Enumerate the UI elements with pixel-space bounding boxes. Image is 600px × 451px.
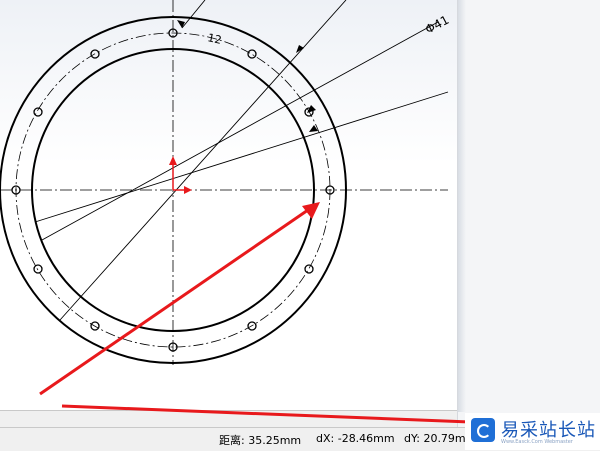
dimension-lines[interactable] [34,0,449,321]
task-pane[interactable] [457,0,600,450]
diameter-label[interactable]: Φ41 [423,13,451,37]
hole-count-label[interactable]: 12 [206,31,222,47]
watermark-subtitle: Www.Easck.Com Webmaster [501,439,573,445]
bolt-hole[interactable] [304,264,314,274]
hole-count-leader[interactable] [181,0,206,29]
radius-dimension-line[interactable] [34,91,449,223]
diameter-dimension-line-2[interactable] [41,21,439,241]
dimension-arrowhead [307,105,316,113]
origin-marker [169,156,192,194]
drawing-canvas[interactable]: 12 Φ41 [0,0,457,410]
watermark-logo: 易采站长站 Www.Easck.Com Webmaster [465,413,600,450]
hole-count-arrowhead [177,20,185,28]
task-pane-edge [458,0,466,412]
bolt-hole[interactable] [33,264,43,274]
graphics-viewport[interactable]: 12 Φ41 [0,0,457,410]
measure-dx: dX: -28.46mm [316,432,395,445]
measure-distance: 距离: 35.25mm [219,434,302,447]
logo-icon [471,418,495,442]
bolt-hole[interactable] [247,49,257,59]
horizontal-scrollbar[interactable] [0,410,457,428]
